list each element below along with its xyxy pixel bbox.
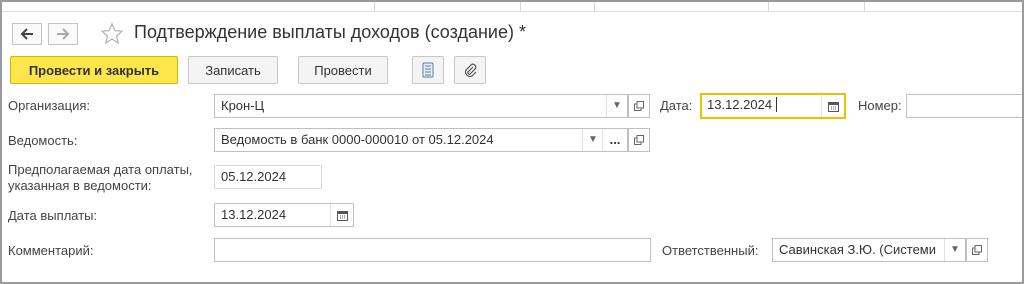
document-list-icon	[422, 62, 434, 78]
expected-date-label-line2: указанная в ведомости:	[8, 178, 152, 193]
payment-date-label: Дата выплаты:	[8, 208, 98, 223]
payment-date-value: 13.12.2024	[221, 207, 287, 222]
organization-value: Крон-Ц	[221, 98, 265, 113]
date-value: 13.12.2024	[707, 97, 773, 112]
organization-open-button[interactable]	[628, 94, 650, 118]
organization-label: Организация:	[8, 98, 91, 113]
expected-date-value: 05.12.2024	[221, 169, 287, 184]
statement-select-button[interactable]: ...	[602, 129, 627, 151]
organization-dropdown[interactable]: ▼	[606, 95, 627, 117]
triangle-down-icon: ▼	[950, 244, 960, 255]
date-field[interactable]: 13.12.2024	[700, 93, 846, 119]
expected-date-field: 05.12.2024	[214, 165, 322, 189]
page-title: Подтверждение выплаты доходов (создание)…	[134, 22, 526, 42]
star-icon	[100, 22, 124, 45]
payment-date-calendar-button[interactable]	[330, 204, 353, 226]
responsible-field[interactable]: Савинская З.Ю. (Системи ▼	[772, 238, 966, 262]
date-label: Дата:	[660, 98, 693, 113]
report-button[interactable]	[412, 56, 444, 84]
arrow-left-icon	[20, 28, 33, 40]
statement-value: Ведомость в банк 0000-000010 от 05.12.20…	[221, 132, 494, 147]
save-button[interactable]: Записать	[188, 56, 278, 84]
statement-open-button[interactable]	[628, 128, 650, 152]
post-and-close-button[interactable]: Провести и закрыть	[10, 56, 178, 84]
responsible-value: Савинская З.Ю. (Системи	[779, 242, 937, 257]
comment-field[interactable]	[214, 238, 651, 262]
triangle-down-icon: ▼	[612, 100, 622, 111]
responsible-open-button[interactable]	[966, 238, 988, 262]
statement-field[interactable]: Ведомость в банк 0000-000010 от 05.12.20…	[214, 128, 628, 152]
open-window-icon	[634, 101, 644, 111]
post-button[interactable]: Провести	[298, 56, 388, 84]
statement-dropdown[interactable]: ▼	[582, 129, 603, 151]
forward-button[interactable]	[48, 23, 78, 45]
payment-date-field[interactable]: 13.12.2024	[214, 203, 354, 227]
organization-field[interactable]: Крон-Ц ▼	[214, 94, 628, 118]
comment-label: Комментарий:	[8, 243, 94, 258]
expected-date-label-line1: Предполагаемая дата оплаты,	[8, 162, 193, 177]
calendar-icon	[827, 101, 839, 112]
number-field[interactable]	[906, 94, 1022, 118]
document-window: Подтверждение выплаты доходов (создание)…	[0, 0, 1024, 284]
arrow-right-icon	[57, 28, 70, 40]
text-cursor	[775, 97, 777, 112]
open-window-icon	[634, 135, 644, 145]
attach-file-button[interactable]	[454, 56, 486, 84]
responsible-dropdown[interactable]: ▼	[944, 239, 965, 261]
statement-label: Ведомость:	[8, 133, 78, 148]
favorite-button[interactable]	[100, 22, 124, 46]
responsible-label: Ответственный:	[662, 243, 759, 258]
date-calendar-button[interactable]	[821, 95, 844, 117]
paperclip-icon	[464, 63, 477, 78]
top-tab-strip	[2, 2, 1022, 12]
triangle-down-icon: ▼	[588, 134, 598, 145]
open-window-icon	[972, 245, 982, 255]
calendar-icon	[336, 210, 348, 221]
number-label: Номер:	[858, 98, 902, 113]
back-button[interactable]	[12, 23, 42, 45]
